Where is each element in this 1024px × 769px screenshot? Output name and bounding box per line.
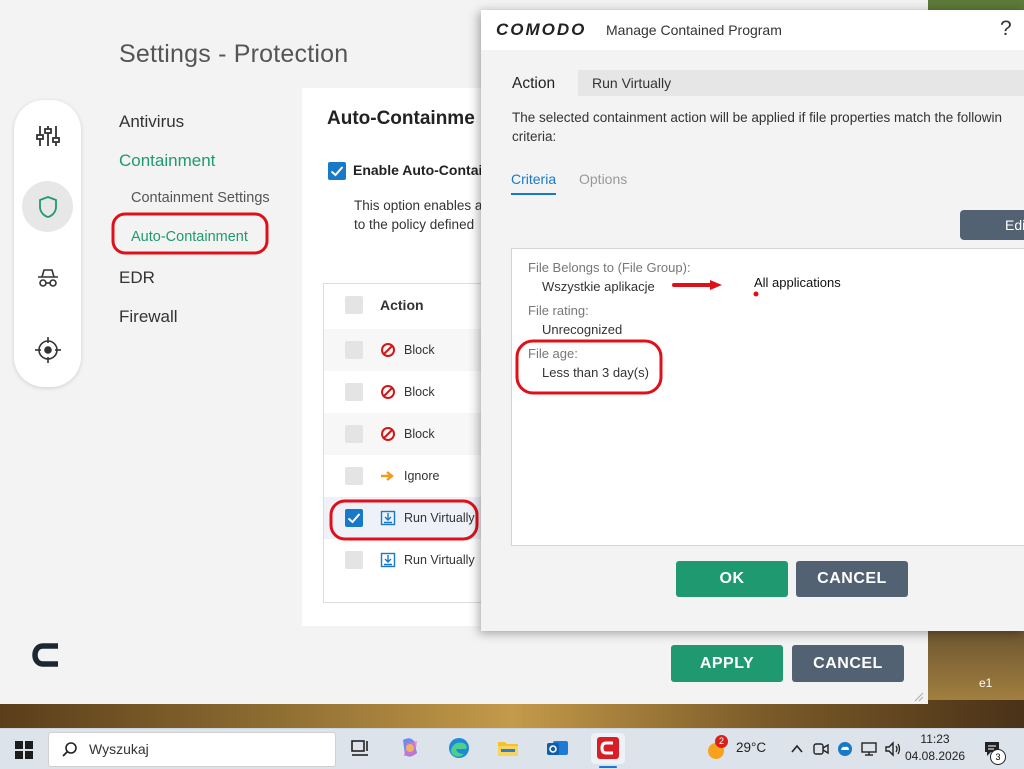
criteria-key-file-rating: File rating: — [528, 303, 589, 318]
description-line-2: to the policy defined — [354, 217, 475, 232]
clock-time: 11:23 — [920, 732, 950, 746]
taskbar: Wyszukaj 2 29°C 11:23 04.08.2026 3 — [0, 728, 1024, 769]
page-title: Settings - Protection — [119, 40, 349, 68]
table-row[interactable]: Block — [324, 329, 484, 371]
weather-badge: 2 — [715, 735, 728, 748]
icon-sidebar — [14, 100, 81, 387]
arrow-right-icon — [381, 471, 394, 481]
search-placeholder: Wyszukaj — [89, 741, 149, 757]
cancel-button[interactable]: CANCEL — [792, 645, 904, 682]
shield-icon[interactable] — [22, 181, 73, 232]
taskbar-search-box[interactable]: Wyszukaj — [48, 732, 336, 767]
manage-contained-program-dialog: COMODO Manage Contained Program ? Action… — [481, 10, 1024, 631]
select-all-checkbox[interactable] — [345, 296, 363, 314]
column-header-action: Action — [380, 297, 424, 313]
desktop-wallpaper-strip — [0, 700, 1024, 728]
dialog-description-line-1: The selected containment action will be … — [512, 110, 1003, 125]
dialog-title: Manage Contained Program — [606, 22, 782, 38]
tab-criteria[interactable]: Criteria — [511, 171, 556, 187]
chevron-up-icon[interactable] — [790, 742, 804, 756]
table-row[interactable]: Block — [324, 371, 484, 413]
ok-button[interactable]: OK — [676, 561, 788, 597]
spy-hat-icon[interactable] — [22, 252, 73, 303]
apply-button[interactable]: APPLY — [671, 645, 783, 682]
meet-camera-icon[interactable] — [812, 740, 830, 758]
outlook-icon[interactable] — [544, 735, 570, 761]
dialog-description: The selected containment action will be … — [512, 108, 1024, 146]
nav-edr[interactable]: EDR — [119, 268, 155, 288]
file-explorer-icon[interactable] — [495, 735, 521, 761]
volume-icon[interactable] — [884, 740, 902, 758]
edit-button[interactable]: Edi — [960, 210, 1024, 240]
nav-firewall[interactable]: Firewall — [119, 307, 178, 327]
sliders-icon[interactable] — [22, 110, 73, 161]
brand-logo: COMODO — [496, 20, 587, 39]
row-checkbox[interactable] — [345, 467, 363, 485]
system-clock[interactable]: 11:23 04.08.2026 — [905, 731, 965, 765]
edge-browser-icon[interactable] — [446, 735, 472, 761]
resize-grip-icon[interactable] — [912, 690, 924, 702]
row-action-label: Block — [404, 427, 435, 441]
red-annotation-oval — [515, 339, 663, 395]
dialog-cancel-button[interactable]: CANCEL — [796, 561, 908, 597]
copilot-icon[interactable] — [397, 735, 423, 761]
search-icon — [62, 742, 77, 757]
red-annotation-oval — [111, 212, 269, 255]
clock-date: 04.08.2026 — [905, 749, 966, 763]
windows-start-icon[interactable] — [15, 741, 33, 759]
weather-temperature[interactable]: 29°C — [736, 740, 766, 755]
action-label: Action — [512, 75, 556, 92]
tab-options[interactable]: Options — [579, 171, 627, 187]
enable-auto-containment-label[interactable]: Enable Auto-Contai — [353, 162, 482, 178]
criteria-box: File Belongs to (File Group): Wszystkie … — [511, 248, 1024, 546]
row-action-label: Ignore — [404, 469, 440, 483]
description-text: This option enables a to the policy defi… — [354, 196, 484, 234]
edit-button-label: Edi — [1005, 217, 1024, 233]
panel-title: Auto-Containme — [327, 108, 475, 129]
block-icon — [381, 343, 395, 357]
comodo-logo-icon — [32, 643, 58, 667]
action-select-value: Run Virtually — [592, 75, 672, 91]
cloud-sync-icon[interactable] — [836, 740, 854, 758]
target-icon[interactable] — [22, 324, 73, 375]
red-annotation-arrow — [672, 280, 722, 290]
row-action-label: Block — [404, 385, 435, 399]
nav-containment-settings[interactable]: Containment Settings — [131, 190, 270, 206]
enable-auto-containment-checkbox[interactable] — [328, 162, 346, 180]
desktop-label[interactable]: e1 — [979, 676, 992, 690]
nav-containment[interactable]: Containment — [119, 151, 215, 171]
table-row[interactable]: Block — [324, 413, 484, 455]
row-checkbox[interactable] — [345, 425, 363, 443]
dialog-titlebar: COMODO Manage Contained Program ? — [481, 10, 1024, 50]
row-action-label: Block — [404, 343, 435, 357]
criteria-value-file-group: Wszystkie aplikacje — [542, 279, 655, 294]
block-icon — [381, 427, 395, 441]
help-button[interactable]: ? — [1000, 17, 1012, 41]
table-row[interactable]: Run Virtually — [324, 539, 484, 581]
annotation-text: All applications — [754, 275, 841, 290]
comodo-taskbar-icon[interactable] — [595, 735, 621, 761]
block-icon — [381, 385, 395, 399]
desktop-wallpaper-right — [928, 630, 1024, 700]
rules-table: Action Block Block Block Ignore Run Virt… — [323, 283, 495, 603]
action-select[interactable]: Run Virtually — [578, 70, 1024, 96]
network-icon[interactable] — [860, 740, 878, 758]
red-annotation-dot — [753, 291, 759, 297]
nav-antivirus[interactable]: Antivirus — [119, 112, 184, 132]
download-box-icon — [380, 552, 396, 568]
red-annotation-oval — [329, 499, 479, 541]
criteria-value-file-rating: Unrecognized — [542, 322, 623, 337]
description-line-1: This option enables a — [354, 198, 483, 213]
notification-count-badge: 3 — [990, 749, 1006, 765]
task-view-icon[interactable] — [348, 735, 374, 761]
row-checkbox[interactable] — [345, 383, 363, 401]
row-checkbox[interactable] — [345, 551, 363, 569]
row-checkbox[interactable] — [345, 341, 363, 359]
active-tab-indicator — [511, 193, 556, 195]
criteria-key-file-group: File Belongs to (File Group): — [528, 260, 691, 275]
dialog-description-line-2: criteria: — [512, 129, 557, 144]
row-action-label: Run Virtually — [404, 553, 475, 567]
table-row[interactable]: Ignore — [324, 455, 484, 497]
